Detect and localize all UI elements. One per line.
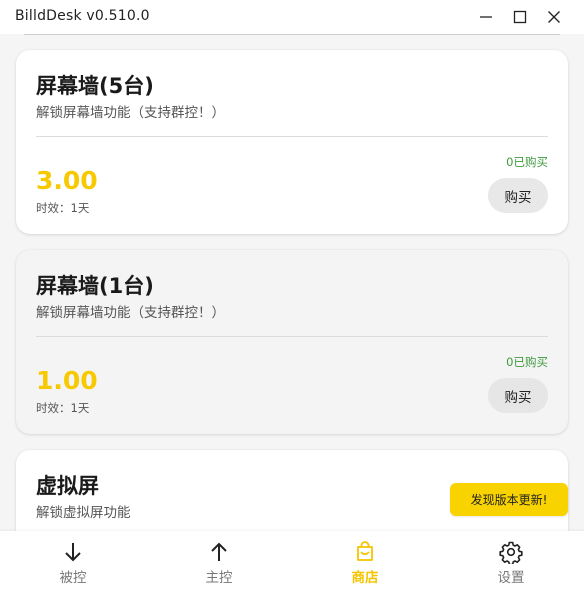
nav-item-label: 商店 [351, 570, 379, 586]
shopping-bag-icon [357, 541, 373, 561]
bottom-nav: 被控 主控 商店 设置 [0, 531, 584, 592]
maximize-icon [513, 10, 527, 24]
product-description: 解锁屏幕墙功能（支持群控！） [36, 305, 225, 321]
store-list[interactable]: 屏幕墙(5台) 解锁屏幕墙功能（支持群控！） 0已购买 3.00 时效：1天 购… [0, 35, 584, 531]
arrow-up-icon [211, 542, 227, 561]
product-name: 屏幕墙(1台) [36, 274, 154, 298]
nav-item-controller[interactable]: 主控 [146, 531, 292, 592]
product-card-screen-wall-5: 屏幕墙(5台) 解锁屏幕墙功能（支持群控！） 0已购买 3.00 时效：1天 购… [16, 50, 568, 234]
product-validity: 时效：1天 [36, 401, 90, 415]
product-name: 屏幕墙(5台) [36, 74, 154, 98]
gear-icon [499, 541, 523, 564]
nav-item-label: 设置 [497, 570, 525, 586]
close-button[interactable] [542, 5, 566, 29]
maximize-button[interactable] [508, 5, 532, 29]
nav-item-store[interactable]: 商店 [292, 531, 438, 592]
window-title: BilldDesk v0.510.0 [15, 8, 150, 24]
sold-count: 0已购买 [506, 355, 548, 369]
update-toast[interactable]: 发现版本更新! [450, 483, 568, 516]
card-divider [36, 136, 548, 137]
minimize-icon [480, 16, 492, 18]
buy-button[interactable]: 购买 [488, 378, 548, 413]
arrow-down-icon [65, 543, 81, 562]
nav-item-controlled[interactable]: 被控 [0, 531, 146, 592]
title-bar: BilldDesk v0.510.0 [0, 0, 584, 34]
product-description: 解锁屏幕墙功能（支持群控！） [36, 105, 225, 121]
product-name: 虚拟屏 [36, 474, 99, 498]
product-price: 1.00 [36, 366, 98, 395]
product-validity: 时效：1天 [36, 201, 90, 215]
product-card-screen-wall-1: 屏幕墙(1台) 解锁屏幕墙功能（支持群控！） 0已购买 1.00 时效：1天 购… [16, 250, 568, 434]
sold-count: 0已购买 [506, 155, 548, 169]
close-icon [548, 11, 560, 23]
product-description: 解锁虚拟屏功能 [36, 505, 131, 521]
nav-item-label: 主控 [205, 570, 233, 586]
nav-item-label: 被控 [59, 570, 87, 586]
nav-item-settings[interactable]: 设置 [438, 531, 584, 592]
buy-button[interactable]: 购买 [488, 178, 548, 213]
minimize-button[interactable] [474, 5, 498, 29]
card-divider [36, 336, 548, 337]
product-price: 3.00 [36, 166, 98, 195]
